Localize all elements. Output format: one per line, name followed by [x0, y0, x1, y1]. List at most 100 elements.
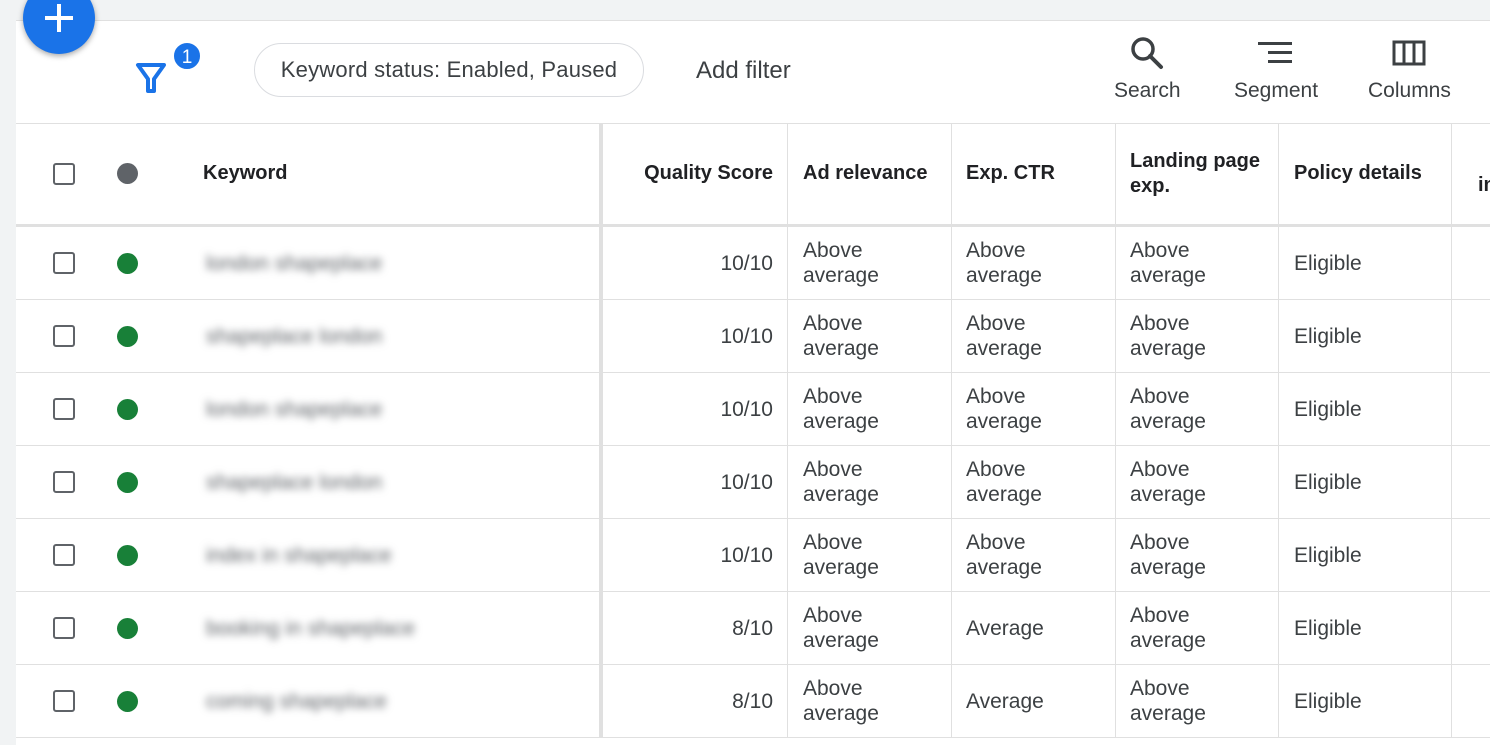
header-landing-page[interactable]: Landing page exp. — [1130, 123, 1270, 224]
segment-button[interactable]: Segment — [1234, 35, 1318, 103]
row-select-cell — [53, 665, 75, 737]
row-checkbox[interactable] — [53, 325, 75, 347]
header-policy-details[interactable]: Policy details — [1294, 123, 1422, 224]
columns-button[interactable]: Columns — [1368, 35, 1451, 103]
quality-score: 10/10 — [720, 251, 773, 275]
ad-relevance: Above average — [803, 531, 879, 579]
status-enabled-dot[interactable] — [117, 398, 138, 420]
add-filter-button[interactable]: Add filter — [696, 57, 791, 85]
table-row[interactable]: index in shapeplace 10/10 Above average Abo… — [16, 519, 1490, 592]
row-select-cell — [53, 300, 75, 372]
header-exp-ctr[interactable]: Exp. CTR — [966, 123, 1055, 224]
column-divider — [1278, 300, 1279, 372]
column-divider — [1115, 446, 1116, 518]
landing-page-exp: Above average — [1130, 604, 1206, 652]
table-row[interactable]: london shapeplace 10/10 Above average Above… — [16, 227, 1490, 300]
row-checkbox[interactable] — [53, 252, 75, 274]
keyword-text[interactable]: london shapeplace — [206, 227, 382, 299]
column-divider — [1451, 592, 1452, 664]
column-divider — [787, 665, 788, 737]
filter-count-badge: 1 — [172, 41, 202, 71]
column-divider — [951, 592, 952, 664]
status-header-dot[interactable] — [117, 163, 138, 184]
row-select-cell — [53, 446, 75, 518]
policy-details: Eligible — [1294, 689, 1362, 713]
exp-ctr: Above average — [966, 531, 1042, 579]
column-divider — [1115, 373, 1116, 445]
columns-label: Columns — [1368, 79, 1451, 102]
column-divider — [787, 446, 788, 518]
row-checkbox[interactable] — [53, 617, 75, 639]
table-row[interactable]: coming shapeplace 8/10 Above average Averag… — [16, 665, 1490, 738]
exp-ctr: Average — [966, 616, 1044, 640]
status-enabled-dot[interactable] — [117, 690, 138, 712]
columns-icon — [1392, 40, 1426, 66]
policy-details: Eligible — [1294, 324, 1362, 348]
filter-chip-keyword-status[interactable]: Keyword status: Enabled, Paused — [254, 43, 644, 97]
landing-page-exp: Above average — [1130, 312, 1206, 360]
column-divider — [1451, 519, 1452, 591]
select-all-checkbox[interactable] — [53, 162, 75, 185]
landing-page-exp: Above average — [1130, 531, 1206, 579]
exp-ctr: Above average — [966, 239, 1042, 287]
ad-relevance: Above average — [803, 458, 879, 506]
row-checkbox[interactable] — [53, 398, 75, 420]
row-status-cell — [117, 592, 138, 664]
keyword-text[interactable]: shapeplace london — [206, 446, 382, 518]
header-quality-score[interactable]: Quality Score — [616, 123, 773, 224]
header-ad-relevance[interactable]: Ad relevance — [803, 123, 928, 224]
row-status-cell — [117, 519, 138, 591]
plus-icon — [45, 4, 73, 32]
table-row[interactable]: london shapeplace 10/10 Above average Above… — [16, 373, 1490, 446]
row-checkbox[interactable] — [53, 544, 75, 566]
keyword-text[interactable]: shapeplace london — [206, 300, 382, 372]
keyword-text[interactable]: index in shapeplace — [206, 519, 392, 591]
column-divider — [1115, 592, 1116, 664]
status-enabled-dot[interactable] — [117, 325, 138, 347]
exp-ctr: Above average — [966, 385, 1042, 433]
landing-page-exp: Above average — [1130, 677, 1206, 725]
search-button[interactable]: Search — [1114, 35, 1181, 103]
row-status-cell — [117, 227, 138, 299]
table-row[interactable]: booking in shapeplace 8/10 Above average Av… — [16, 592, 1490, 665]
column-divider — [787, 592, 788, 664]
row-select-cell — [53, 227, 75, 299]
column-divider — [1451, 123, 1452, 224]
landing-page-exp: Above average — [1130, 385, 1206, 433]
row-checkbox[interactable] — [53, 471, 75, 493]
filter-button[interactable]: 1 — [134, 41, 202, 93]
column-divider — [1278, 592, 1279, 664]
header-partial-column[interactable]: im — [1478, 135, 1490, 236]
table-row[interactable]: shapeplace london 10/10 Above average Above… — [16, 300, 1490, 373]
column-divider — [787, 227, 788, 299]
status-enabled-dot[interactable] — [117, 252, 138, 274]
keyword-text[interactable]: coming shapeplace — [206, 665, 387, 737]
column-divider — [951, 665, 952, 737]
column-divider — [1451, 665, 1452, 737]
status-enabled-dot[interactable] — [117, 471, 138, 493]
column-divider — [951, 446, 952, 518]
segment-icon — [1258, 42, 1293, 63]
column-divider — [787, 123, 788, 224]
keyword-text[interactable]: london shapeplace — [206, 373, 382, 445]
row-checkbox[interactable] — [53, 690, 75, 712]
ad-relevance: Above average — [803, 604, 879, 652]
status-header-cell — [117, 123, 138, 224]
status-enabled-dot[interactable] — [117, 617, 138, 639]
column-divider — [951, 300, 952, 372]
table-row[interactable]: shapeplace london 10/10 Above average Above… — [16, 446, 1490, 519]
column-divider — [787, 519, 788, 591]
quality-score: 10/10 — [720, 324, 773, 348]
column-divider — [1451, 373, 1452, 445]
column-divider — [1115, 227, 1116, 299]
row-select-cell — [53, 373, 75, 445]
header-keyword[interactable]: Keyword — [203, 123, 287, 224]
search-icon — [1131, 37, 1164, 69]
ad-relevance: Above average — [803, 312, 879, 360]
keyword-text[interactable]: booking in shapeplace — [206, 592, 415, 664]
policy-details: Eligible — [1294, 543, 1362, 567]
table-toolbar: 1 Keyword status: Enabled, Paused Add fi… — [16, 21, 1490, 124]
status-enabled-dot[interactable] — [117, 544, 138, 566]
column-divider — [1115, 519, 1116, 591]
column-divider — [1278, 519, 1279, 591]
